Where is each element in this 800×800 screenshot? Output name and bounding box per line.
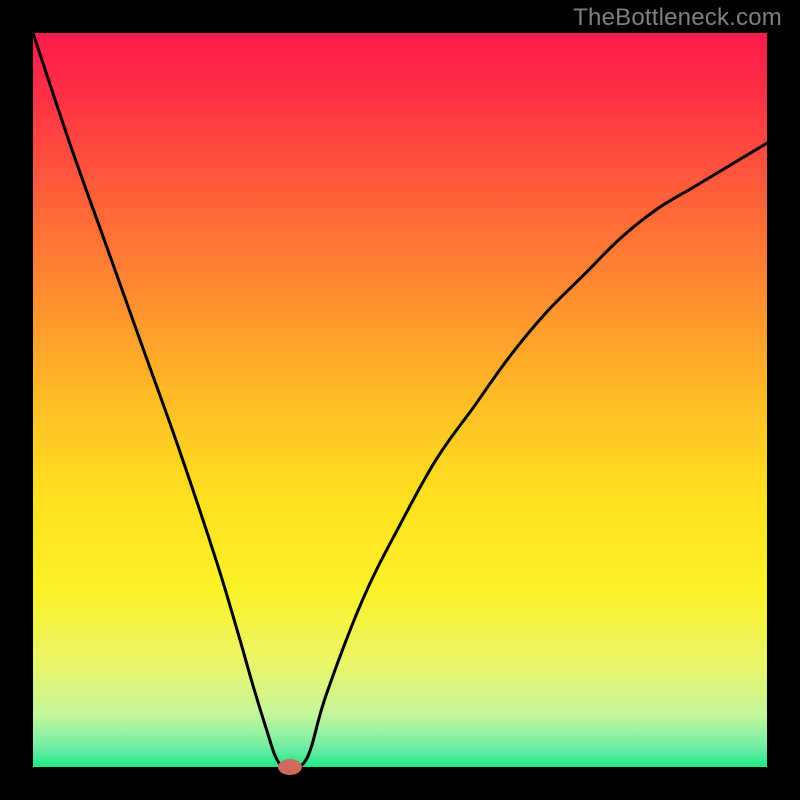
optimal-marker bbox=[278, 759, 302, 775]
bottleneck-chart bbox=[0, 0, 800, 800]
plot-background bbox=[33, 33, 767, 767]
watermark-label: TheBottleneck.com bbox=[573, 4, 782, 32]
chart-frame: TheBottleneck.com bbox=[0, 0, 800, 800]
